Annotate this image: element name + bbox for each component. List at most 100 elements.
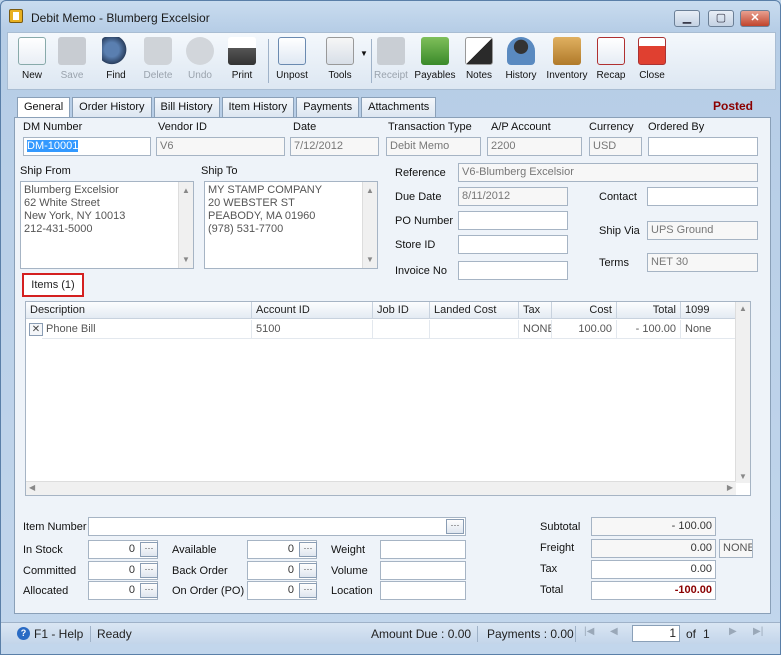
contact-field[interactable]: [647, 187, 758, 206]
cell-1099[interactable]: None: [681, 320, 736, 339]
recap-button[interactable]: Recap: [589, 37, 633, 89]
scroll-left-icon[interactable]: ◀: [29, 483, 35, 492]
payables-button[interactable]: Payables: [412, 37, 458, 89]
cell-total[interactable]: - 100.00: [617, 320, 681, 339]
notes-button[interactable]: Notes: [457, 37, 501, 89]
scroll-up-icon[interactable]: ▲: [739, 304, 747, 313]
on-order-lookup-button[interactable]: ···: [299, 583, 317, 598]
ship-from-address[interactable]: Blumberg Excelsior 62 White Street New Y…: [20, 181, 194, 269]
tab-item-history[interactable]: Item History: [221, 97, 295, 117]
tab-bill-history[interactable]: Bill History: [153, 97, 220, 117]
store-id-field[interactable]: [458, 235, 568, 254]
delete-row-icon[interactable]: ✕: [29, 323, 43, 336]
grid-horizontal-scrollbar[interactable]: ◀ ▶: [26, 481, 736, 495]
unpost-button[interactable]: Unpost: [270, 37, 314, 89]
cell-tax[interactable]: NONE: [519, 320, 552, 339]
tab-payments[interactable]: Payments: [296, 97, 360, 117]
back-order-lookup-button[interactable]: ···: [299, 563, 317, 578]
available-label: Available: [172, 544, 217, 556]
help-text[interactable]: F1 - Help: [34, 627, 83, 641]
col-account-id[interactable]: Account ID: [252, 302, 373, 319]
ship-to-address[interactable]: MY STAMP COMPANY 20 WEBSTER ST PEABODY, …: [204, 181, 378, 269]
toolbar: New Save Find Delete Undo Print Unpost T…: [7, 32, 776, 90]
ordered-by-field[interactable]: [648, 137, 758, 156]
delete-button[interactable]: Delete: [136, 37, 180, 89]
allocated-lookup-button[interactable]: ···: [140, 583, 158, 598]
scroll-right-icon[interactable]: ▶: [727, 483, 733, 492]
col-landed-cost[interactable]: Landed Cost: [430, 302, 519, 319]
col-total[interactable]: Total: [617, 302, 681, 319]
next-page-icon[interactable]: ▶: [729, 626, 737, 637]
col-1099[interactable]: 1099: [681, 302, 736, 319]
ship-from-scrollbar[interactable]: ▲ ▼: [178, 182, 193, 268]
page-number-input[interactable]: 1: [632, 625, 680, 642]
location-field[interactable]: [380, 581, 466, 600]
new-button[interactable]: New: [10, 37, 54, 89]
close-window-button[interactable]: ✕: [740, 10, 770, 27]
chevron-down-icon[interactable]: ▼: [360, 49, 368, 58]
tools-button[interactable]: Tools ▼: [314, 37, 368, 89]
vendor-id-field[interactable]: V6: [156, 137, 285, 156]
date-field[interactable]: 7/12/2012: [290, 137, 379, 156]
print-button[interactable]: Print: [220, 37, 264, 89]
scroll-down-icon[interactable]: ▼: [182, 253, 190, 266]
last-page-icon[interactable]: ▶|: [753, 626, 763, 637]
invoice-no-field[interactable]: [458, 261, 568, 280]
freight-field[interactable]: 0.00: [591, 539, 716, 558]
cell-account-id[interactable]: 5100: [252, 320, 373, 339]
committed-lookup-button[interactable]: ···: [140, 563, 158, 578]
inventory-button[interactable]: Inventory: [542, 37, 592, 89]
history-button[interactable]: History: [499, 37, 543, 89]
undo-button[interactable]: Undo: [178, 37, 222, 89]
dm-number-field[interactable]: DM-10001: [23, 137, 151, 156]
scroll-down-icon[interactable]: ▼: [366, 253, 374, 266]
date-label: Date: [293, 121, 317, 133]
first-page-icon[interactable]: |◀: [584, 626, 594, 637]
close-button[interactable]: Close: [630, 37, 674, 89]
history-label: History: [505, 70, 537, 81]
cell-landed-cost[interactable]: [430, 320, 519, 339]
previous-page-icon[interactable]: ◀: [610, 626, 618, 637]
reference-field[interactable]: V6-Blumberg Excelsior: [458, 163, 758, 182]
available-lookup-button[interactable]: ···: [299, 542, 317, 557]
weight-field[interactable]: [380, 540, 466, 559]
scroll-down-icon[interactable]: ▼: [739, 472, 747, 481]
item-number-field[interactable]: [88, 517, 466, 536]
status-separator: [90, 626, 91, 642]
ap-account-field[interactable]: 2200: [487, 137, 582, 156]
find-button[interactable]: Find: [94, 37, 138, 89]
status-bar: ? F1 - Help Ready Amount Due : 0.00 Paym…: [1, 622, 780, 644]
tab-general[interactable]: General: [17, 97, 71, 118]
grid-vertical-scrollbar[interactable]: ▲ ▼: [735, 302, 750, 483]
receipt-button[interactable]: Receipt: [369, 37, 413, 89]
cell-cost[interactable]: 100.00: [552, 320, 617, 339]
transaction-type-field[interactable]: Debit Memo: [386, 137, 481, 156]
col-tax[interactable]: Tax: [519, 302, 552, 319]
save-label: Save: [60, 70, 84, 81]
currency-field[interactable]: USD: [589, 137, 642, 156]
col-description[interactable]: Description: [26, 302, 252, 319]
in-stock-lookup-button[interactable]: ···: [140, 542, 158, 557]
po-number-field[interactable]: [458, 211, 568, 230]
cell-job-id[interactable]: [373, 320, 430, 339]
scroll-up-icon[interactable]: ▲: [182, 184, 190, 197]
terms-field[interactable]: NET 30: [647, 253, 758, 272]
maximize-button[interactable]: ▢: [708, 10, 734, 27]
items-tab[interactable]: Items (1): [22, 273, 84, 297]
item-number-lookup-button[interactable]: ···: [446, 519, 464, 534]
ship-to-scrollbar[interactable]: ▲ ▼: [362, 182, 377, 268]
tab-attachments[interactable]: Attachments: [361, 97, 437, 117]
printer-icon: [228, 37, 256, 65]
help-icon[interactable]: ?: [17, 627, 30, 640]
scroll-up-icon[interactable]: ▲: [366, 184, 374, 197]
minimize-button[interactable]: ▁: [674, 10, 700, 27]
col-job-id[interactable]: Job ID: [373, 302, 430, 319]
tab-order-history[interactable]: Order History: [72, 97, 152, 117]
ship-via-field[interactable]: UPS Ground: [647, 221, 758, 240]
col-cost[interactable]: Cost: [552, 302, 617, 319]
volume-field[interactable]: [380, 561, 466, 580]
cell-description[interactable]: Phone Bill: [42, 320, 252, 339]
due-date-field[interactable]: 8/11/2012: [458, 187, 568, 206]
freight-tax-field[interactable]: NONE: [719, 539, 753, 558]
save-button[interactable]: Save: [50, 37, 94, 89]
